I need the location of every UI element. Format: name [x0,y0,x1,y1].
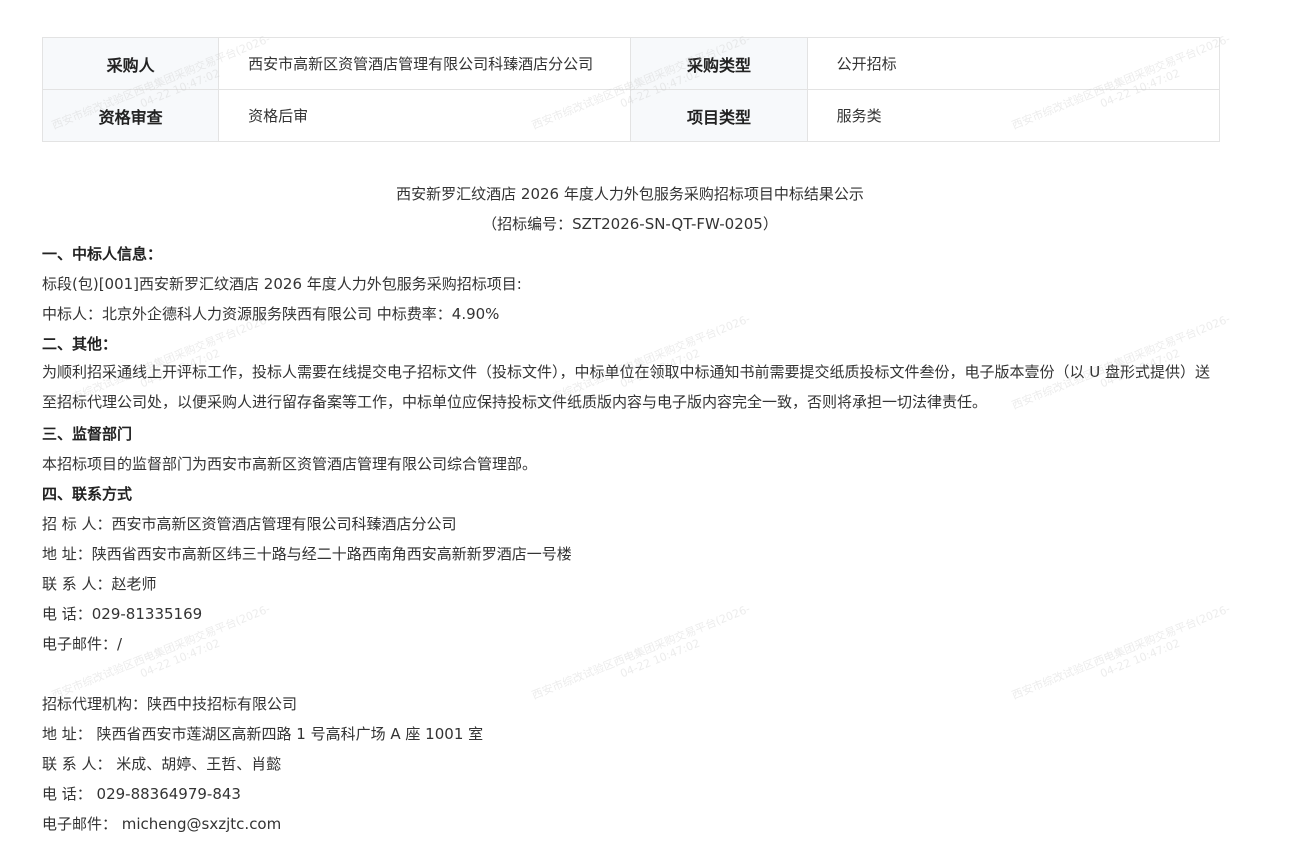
tenderer-contact-person: 联 系 人：赵老师 [42,575,157,593]
procurement-type-label: 采购类型 [630,37,808,90]
agency-name: 招标代理机构：陕西中技招标有限公司 [42,695,298,713]
watermark-line: 西安市综改试验区西电集团采购交易平台(2026- [530,602,753,703]
watermark-line: 西安市综改试验区西电集团采购交易平台(2026- [1010,602,1233,703]
winning-bidder: 中标人：北京外企德科人力资源服务陕西有限公司 中标费率：4.90% [42,305,500,323]
other-notes-paragraph: 为顺利招采通线上开评标工作，投标人需要在线提交电子招标文件（投标文件），中标单位… [42,363,1211,411]
purchaser-label: 采购人 [41,37,220,90]
announcement-tender-number: （招标编号：SZT2026-SN-QT-FW-0205） [482,215,778,233]
agency-phone: 电 话： 029-88364979-843 [42,785,241,803]
section-heading-winner: 一、中标人信息： [42,245,163,263]
agency-address: 地 址： 陕西省西安市莲湖区高新四路 1 号高科广场 A 座 1001 室 [42,725,484,743]
project-info-table: 采购人 西安市高新区资管酒店管理有限公司科臻酒店分公司 采购类型 公开招标 资格… [41,37,1221,142]
table-row: 采购人 西安市高新区资管酒店管理有限公司科臻酒店分公司 采购类型 公开招标 [41,37,1221,90]
watermark-time: 04-22 10:47:02 [1098,636,1182,681]
watermark: 西安市综改试验区西电集团采购交易平台(2026- 04-22 10:47:02 [1010,602,1237,714]
table-row: 资格审查 资格后审 项目类型 服务类 [41,89,1221,142]
tenderer-name: 招 标 人：西安市高新区资管酒店管理有限公司科臻酒店分公司 [42,515,457,533]
project-type-value: 服务类 [806,89,1221,142]
supervision-department: 本招标项目的监督部门为西安市高新区资管酒店管理有限公司综合管理部。 [42,455,538,473]
watermark: 西安市综改试验区西电集团采购交易平台(2026- 04-22 10:47:02 [530,602,757,714]
announcement-page: 采购人 西安市高新区资管酒店管理有限公司科臻酒店分公司 采购类型 公开招标 资格… [0,0,1290,860]
section-heading-other: 二、其他： [42,335,118,353]
lot-description: 标段(包)[001]西安新罗汇纹酒店 2026 年度人力外包服务采购招标项目: [42,275,522,293]
qualification-review-value: 资格后审 [218,89,632,142]
watermark-time: 04-22 10:47:02 [618,636,702,681]
tenderer-address: 地 址：陕西省西安市高新区纬三十路与经二十路西南角西安高新新罗酒店一号楼 [42,545,572,563]
agency-contact-persons: 联 系 人： 米成、胡婷、王哲、肖懿 [42,755,282,773]
procurement-type-value: 公开招标 [806,37,1221,90]
announcement-title: 西安新罗汇纹酒店 2026 年度人力外包服务采购招标项目中标结果公示 [396,185,864,203]
tenderer-phone: 电 话：029-81335169 [42,605,203,623]
qualification-review-label: 资格审查 [41,89,220,142]
section-heading-contact: 四、联系方式 [42,485,133,503]
agency-email: 电子邮件： micheng@sxzjtc.com [42,815,282,833]
purchaser-value: 西安市高新区资管酒店管理有限公司科臻酒店分公司 [218,37,632,90]
section-heading-supervision: 三、监督部门 [42,425,133,443]
project-type-label: 项目类型 [630,89,808,142]
tenderer-email: 电子邮件：/ [42,635,123,653]
